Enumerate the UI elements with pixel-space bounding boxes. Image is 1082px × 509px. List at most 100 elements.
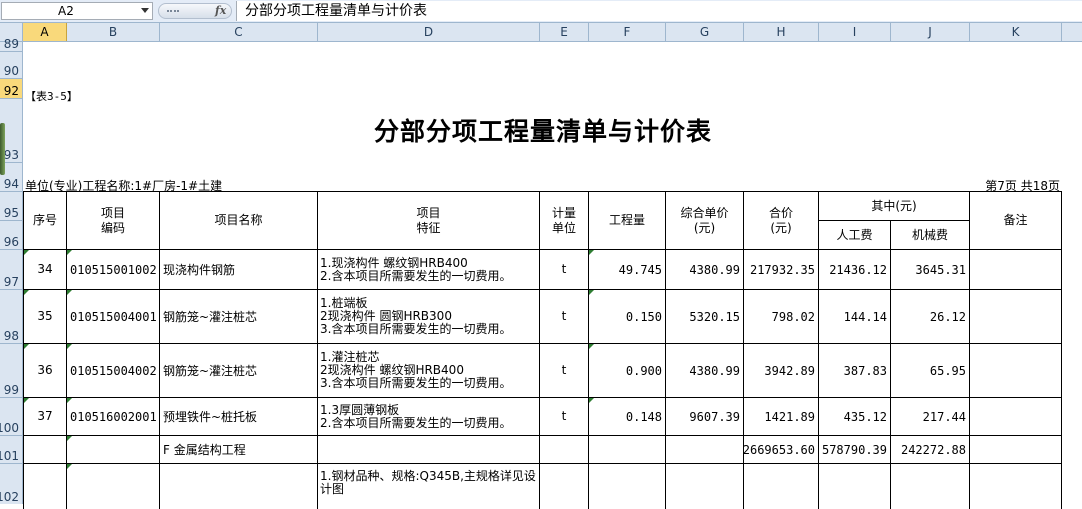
- column-header-a[interactable]: A: [23, 23, 67, 41]
- table-cell[interactable]: 1.钢材品种、规格:Q345B,主规格详见设 计图: [318, 464, 540, 509]
- table-cell[interactable]: 钢筋笼~灌注桩芯: [160, 290, 318, 344]
- table-cell[interactable]: [160, 464, 318, 509]
- table-cell[interactable]: 4380.99: [666, 344, 744, 398]
- table-cell[interactable]: 010516002001: [67, 398, 160, 436]
- table-cell[interactable]: 0.900: [589, 344, 666, 398]
- row-header-97[interactable]: 97: [0, 250, 22, 290]
- formula-bar: A2 fx 分部分项工程量清单与计价表: [0, 0, 1082, 23]
- table-cell[interactable]: 1.现浇构件 螺纹钢HRB400 2.含本项目所需要发生的一切费用。: [318, 250, 540, 290]
- table-cell[interactable]: 242272.88: [891, 436, 970, 464]
- table-cell[interactable]: 钢筋笼~灌注桩芯: [160, 344, 318, 398]
- column-header-i[interactable]: I: [819, 23, 891, 41]
- column-header-e[interactable]: E: [540, 23, 589, 41]
- table-cell[interactable]: 387.83: [819, 344, 891, 398]
- chevron-down-icon[interactable]: [141, 8, 149, 13]
- row-header-102[interactable]: 102: [0, 464, 22, 504]
- table-cell[interactable]: [970, 464, 1062, 509]
- table-cell[interactable]: [540, 436, 589, 464]
- table-cell[interactable]: 26.12: [891, 290, 970, 344]
- table-cell[interactable]: [540, 464, 589, 509]
- table-cell[interactable]: 2669653.60: [744, 436, 819, 464]
- table-cell[interactable]: 010515004002: [67, 344, 160, 398]
- table-cell[interactable]: 1.桩端板 2现浇构件 圆钢HRB300 3.含本项目所需要发生的一切费用。: [318, 290, 540, 344]
- table-cell[interactable]: 0.150: [589, 290, 666, 344]
- table-cell[interactable]: [67, 436, 160, 464]
- column-header-j[interactable]: J: [891, 23, 970, 41]
- table-cell[interactable]: 21436.12: [819, 250, 891, 290]
- table-cell[interactable]: [589, 464, 666, 509]
- table-cell[interactable]: 49.745: [589, 250, 666, 290]
- table-cell[interactable]: [970, 290, 1062, 344]
- table-cell[interactable]: t: [540, 398, 589, 436]
- row-header-96[interactable]: 96: [0, 221, 22, 250]
- table-cell[interactable]: 35: [23, 290, 67, 344]
- column-header-b[interactable]: B: [67, 23, 160, 41]
- row-header-95[interactable]: 95: [0, 192, 22, 221]
- table-cell[interactable]: [891, 464, 970, 509]
- table-cell[interactable]: [666, 436, 744, 464]
- table-cell[interactable]: 144.14: [819, 290, 891, 344]
- table-cell[interactable]: 1.灌注桩芯 2现浇构件 螺纹钢HRB400 3.含本项目所需要发生的一切费用。: [318, 344, 540, 398]
- table-cell[interactable]: 217932.35: [744, 250, 819, 290]
- table-cell[interactable]: 3942.89: [744, 344, 819, 398]
- table-cell[interactable]: 5320.15: [666, 290, 744, 344]
- table-cell[interactable]: 65.95: [891, 344, 970, 398]
- table-cell[interactable]: 435.12: [819, 398, 891, 436]
- row-header-89[interactable]: 89: [0, 37, 22, 52]
- table-cell[interactable]: 010515001002: [67, 250, 160, 290]
- column-header-d[interactable]: D: [318, 23, 540, 41]
- table-cell[interactable]: 9607.39: [666, 398, 744, 436]
- table-cell[interactable]: t: [540, 344, 589, 398]
- fx-icon[interactable]: fx: [215, 4, 226, 18]
- table-cell[interactable]: 798.02: [744, 290, 819, 344]
- table-cell[interactable]: 4380.99: [666, 250, 744, 290]
- table-cell[interactable]: [970, 250, 1062, 290]
- table-cell[interactable]: 1421.89: [744, 398, 819, 436]
- table-cell[interactable]: 217.44: [891, 398, 970, 436]
- row-header-101[interactable]: 101: [0, 436, 22, 464]
- row-header-98[interactable]: 98: [0, 290, 22, 344]
- worksheet[interactable]: 【表3-5】 分部分项工程量清单与计价表 单位(专业)工程名称:1#厂房-1#土…: [23, 42, 1082, 509]
- table-cell[interactable]: [970, 436, 1062, 464]
- table-cell[interactable]: 3645.31: [891, 250, 970, 290]
- table-cell[interactable]: 预埋铁件~桩托板: [160, 398, 318, 436]
- table-cell[interactable]: [318, 436, 540, 464]
- table-cell[interactable]: [970, 344, 1062, 398]
- table-cell[interactable]: 578790.39: [819, 436, 891, 464]
- header-note: 备注: [970, 191, 1062, 250]
- table-cell[interactable]: 0.148: [589, 398, 666, 436]
- column-header-h[interactable]: H: [744, 23, 819, 41]
- table-cell[interactable]: [589, 436, 666, 464]
- header-seq: 序号: [23, 191, 67, 250]
- table-cell[interactable]: t: [540, 290, 589, 344]
- formula-input[interactable]: 分部分项工程量清单与计价表: [236, 1, 1082, 21]
- column-header-k[interactable]: K: [970, 23, 1062, 41]
- table-cell[interactable]: F 金属结构工程: [160, 436, 318, 464]
- table-cell[interactable]: [23, 464, 67, 509]
- table-cell[interactable]: [666, 464, 744, 509]
- row-header-100[interactable]: 100: [0, 398, 22, 436]
- table-cell[interactable]: 010515004001: [67, 290, 160, 344]
- name-box[interactable]: A2: [1, 2, 153, 20]
- table-cell[interactable]: 37: [23, 398, 67, 436]
- table-cell[interactable]: 36: [23, 344, 67, 398]
- column-header-g[interactable]: G: [666, 23, 744, 41]
- header-name: 项目名称: [160, 191, 318, 250]
- table-cell[interactable]: [23, 436, 67, 464]
- column-header-f[interactable]: F: [589, 23, 666, 41]
- table-cell[interactable]: [744, 464, 819, 509]
- row-header-99[interactable]: 99: [0, 344, 22, 398]
- table-cell[interactable]: 1.3厚圆薄钢板 2.含本项目所需要发生的一切费用。: [318, 398, 540, 436]
- row-header-90[interactable]: 90: [0, 52, 22, 79]
- function-wizard[interactable]: fx: [158, 3, 232, 19]
- row-header-92[interactable]: 92: [0, 79, 22, 99]
- side-handle[interactable]: [0, 123, 5, 175]
- table-cell[interactable]: [67, 464, 160, 509]
- sheet-title: 分部分项工程量清单与计价表: [373, 117, 712, 146]
- table-cell[interactable]: [819, 464, 891, 509]
- column-header-c[interactable]: C: [160, 23, 318, 41]
- table-cell[interactable]: t: [540, 250, 589, 290]
- table-cell[interactable]: 现浇构件钢筋: [160, 250, 318, 290]
- table-cell[interactable]: [970, 398, 1062, 436]
- table-cell[interactable]: 34: [23, 250, 67, 290]
